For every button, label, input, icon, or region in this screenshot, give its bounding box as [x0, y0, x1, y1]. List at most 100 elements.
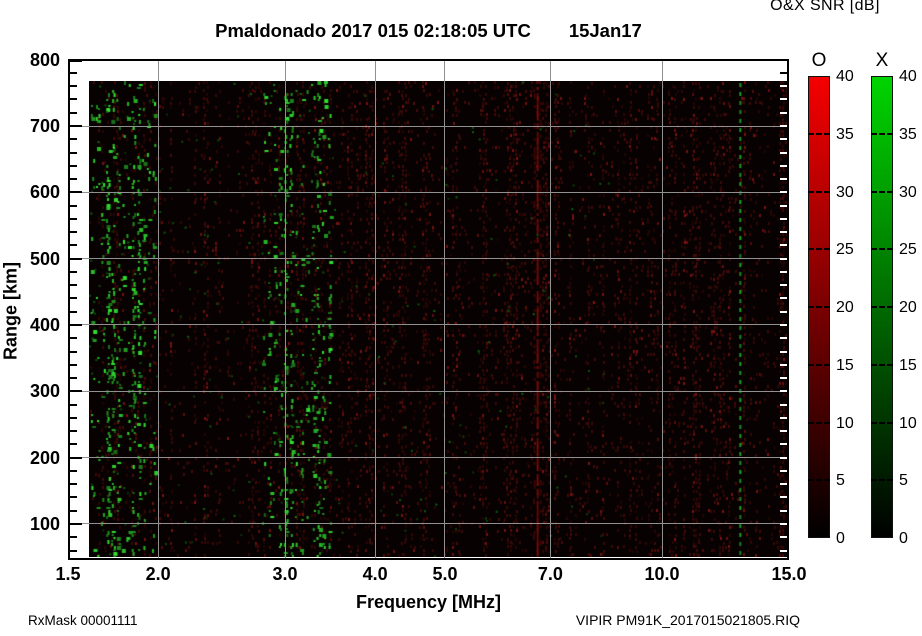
title-date: 15Jan17 — [569, 20, 642, 42]
x-axis-tick-label: 7.0 — [520, 564, 580, 585]
y-axis-tick — [70, 550, 77, 552]
y-axis-tick — [70, 112, 77, 114]
colorbar-tick-dash — [871, 422, 893, 424]
title-main: Pmaldonado 2017 015 02:18:05 UTC — [215, 20, 531, 42]
y-axis-tick-right — [780, 85, 787, 87]
y-axis-tick — [70, 324, 82, 326]
y-axis-tick-right — [780, 483, 787, 485]
ionogram-viewer: Pmaldonado 2017 015 02:18:05 UTC 15Jan17… — [0, 0, 922, 636]
colorbar-tick-dash — [871, 306, 893, 308]
y-axis-tick-right — [780, 417, 787, 419]
rxmask-label: RxMask 00001111 — [28, 613, 138, 628]
colorbar-o-header: O — [808, 50, 830, 72]
y-axis-tick — [70, 205, 77, 207]
y-axis-tick — [70, 297, 77, 299]
y-axis-tick-right — [780, 536, 787, 538]
y-axis-tick-right — [780, 205, 787, 207]
y-axis-tick-right — [780, 284, 787, 286]
y-axis-tick-right — [780, 390, 787, 392]
colorbar-tick-label: 35 — [836, 126, 866, 144]
y-axis-tick — [70, 430, 77, 432]
colorbar-title: O&X SNR [dB] — [728, 0, 922, 15]
y-axis-tick-right — [780, 430, 787, 432]
y-axis-tick — [70, 138, 77, 140]
gridline-x — [285, 61, 286, 558]
colorbar-tick-label: 30 — [836, 184, 866, 202]
colorbar-tick-dash — [871, 133, 893, 135]
y-axis-tick-right — [780, 165, 787, 167]
y-axis-tick-right — [780, 550, 787, 552]
y-axis-tick-label: 300 — [18, 381, 60, 402]
x-axis-tick-label: 5.0 — [415, 564, 475, 585]
plot-title: Pmaldonado 2017 015 02:18:05 UTC 15Jan17 — [68, 20, 789, 42]
y-axis-tick — [70, 390, 82, 392]
colorbar-tick-label: 5 — [899, 472, 922, 490]
y-axis-tick — [70, 483, 77, 485]
colorbar-tick-label: 40 — [899, 68, 922, 86]
colorbar-tick-dash — [871, 364, 893, 366]
gridline-y — [70, 192, 787, 193]
y-axis-tick — [70, 125, 82, 127]
y-axis-tick — [70, 496, 77, 498]
y-axis-tick-right — [780, 377, 787, 379]
y-axis-tick — [70, 510, 77, 512]
y-axis-tick-label: 500 — [18, 249, 60, 270]
colorbar-tick-label: 35 — [899, 126, 922, 144]
y-axis-tick-right — [780, 218, 787, 220]
gridline-x — [375, 61, 376, 558]
y-axis-tick-right — [780, 191, 787, 193]
y-axis-tick — [70, 457, 82, 459]
y-axis-tick-right — [780, 324, 787, 326]
y-axis-tick-right — [780, 364, 787, 366]
colorbar-tick-dash — [871, 191, 893, 193]
colorbar-x-header: X — [871, 50, 893, 72]
y-axis-tick — [70, 351, 77, 353]
y-axis-tick-right — [780, 404, 787, 406]
y-axis-tick-right — [780, 138, 787, 140]
y-axis-tick — [70, 404, 77, 406]
gridline-y — [70, 523, 787, 524]
x-axis-tick-label: 2.0 — [128, 564, 188, 585]
y-axis-tick-right — [780, 297, 787, 299]
y-axis-tick — [70, 85, 77, 87]
y-axis-tick-right — [780, 311, 787, 313]
y-axis-tick — [70, 165, 77, 167]
y-axis-tick — [70, 470, 77, 472]
y-axis-tick — [70, 191, 82, 193]
y-axis-tick-right — [780, 125, 787, 127]
y-axis-tick — [70, 337, 77, 339]
y-axis-tick-right — [780, 337, 787, 339]
colorbar-tick-dash — [808, 248, 830, 250]
y-axis-tick — [70, 443, 77, 445]
colorbar-tick-dash — [808, 364, 830, 366]
x-axis-tick-label: 1.5 — [38, 564, 98, 585]
y-axis-tick — [70, 523, 82, 525]
y-axis-tick — [70, 231, 77, 233]
colorbar-tick-label: 10 — [899, 415, 922, 433]
y-axis-tick-right — [780, 258, 787, 260]
colorbar-tick-label: 0 — [899, 530, 922, 548]
x-axis-title: Frequency [MHz] — [68, 592, 789, 613]
y-axis-tick-right — [780, 72, 787, 74]
y-axis-tick — [70, 178, 77, 180]
y-axis-tick-label: 100 — [18, 514, 60, 535]
x-axis-tick-label: 15.0 — [759, 564, 819, 585]
y-axis-tick-right — [780, 443, 787, 445]
y-axis-tick-label: 800 — [18, 50, 60, 71]
colorbar-tick-label: 40 — [836, 68, 866, 86]
y-axis-tick-right — [780, 152, 787, 154]
x-axis-tick-label: 10.0 — [632, 564, 692, 585]
y-axis-tick-right — [780, 112, 787, 114]
gridline-x — [444, 61, 445, 558]
colorbar-tick-dash — [808, 422, 830, 424]
colorbar-tick-label: 25 — [836, 241, 866, 259]
y-axis-tick-right — [780, 523, 787, 525]
colorbar-tick-label: 15 — [899, 357, 922, 375]
gridline-y — [70, 258, 787, 259]
y-axis-tick-right — [780, 244, 787, 246]
colorbar-tick-dash — [871, 479, 893, 481]
colorbar-tick-label: 10 — [836, 415, 866, 433]
gridline-y — [70, 126, 787, 127]
colorbar-tick-dash — [871, 248, 893, 250]
x-axis-tick-label: 3.0 — [255, 564, 315, 585]
